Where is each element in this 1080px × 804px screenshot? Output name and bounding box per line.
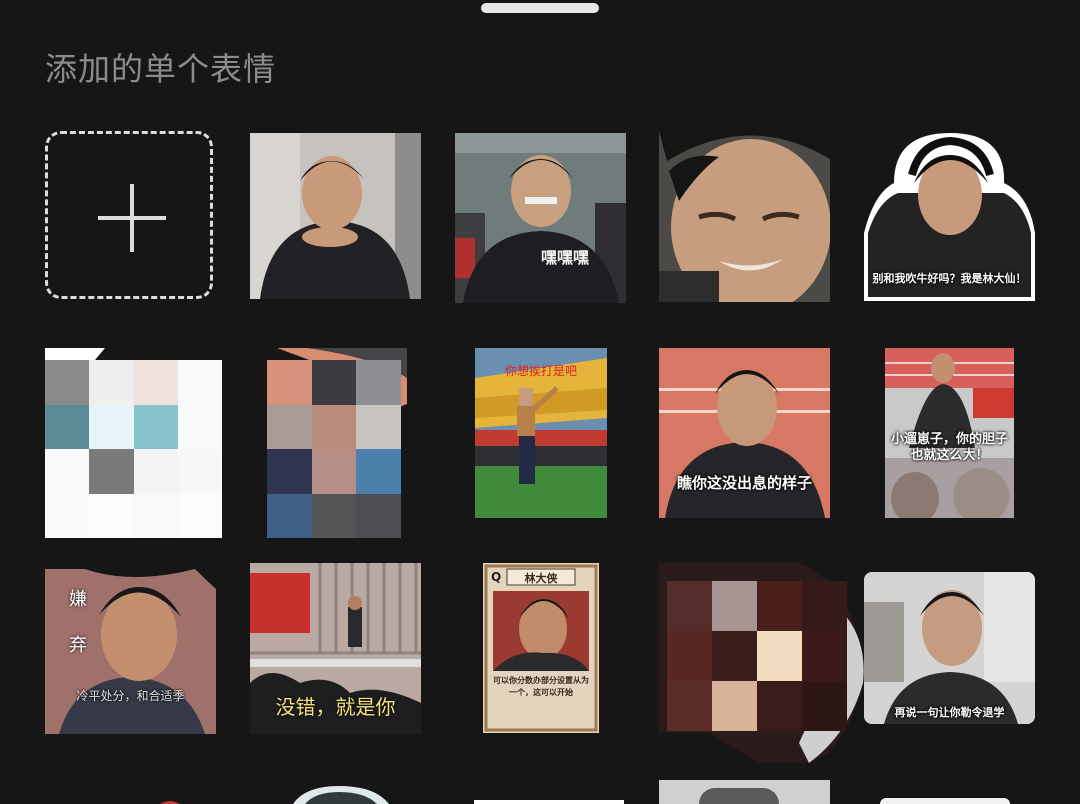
sticker-thumbnail[interactable]: 再说一句让你勒令退学 [864, 572, 1035, 724]
sticker-thumbnail[interactable] [150, 784, 190, 804]
pixelated-sticker [667, 581, 847, 731]
sticker-thumbnail[interactable] [474, 784, 624, 804]
sticker-caption: 别和我吹牛好吗？我是林大仙！ [872, 272, 1027, 285]
sticker-thumbnail[interactable] [880, 784, 1010, 804]
sticker-image [160, 801, 180, 804]
sticker-caption: 没错，就是你 [275, 695, 396, 719]
sticker-image [864, 572, 1035, 724]
sticker-thumbnail[interactable]: Q 林大侠 可以你分数办部分设置从为一个，这可以开始 [483, 563, 599, 733]
sticker-caption: 可以你分数办部分设置从为一个，这可以开始 [493, 676, 589, 697]
sticker-side-text: 嫌弃 [66, 589, 87, 681]
drag-handle[interactable] [481, 3, 599, 13]
sticker-image [250, 133, 421, 299]
sticker-image [659, 131, 830, 302]
sticker-thumbnail[interactable] [267, 348, 407, 538]
pixelated-sticker [267, 360, 401, 538]
sticker-thumbnail[interactable] [250, 133, 421, 299]
sticker-thumbnail[interactable]: 别和我吹牛好吗？我是林大仙！ [864, 133, 1035, 301]
sticker-thumbnail[interactable] [45, 348, 222, 538]
sticker-caption: 冷平处分，和合适季 [76, 689, 185, 703]
sticker-image: Q [483, 563, 599, 733]
sticker-thumbnail[interactable]: 你想挨打是吧 [475, 348, 607, 518]
sticker-thumbnail[interactable] [285, 784, 395, 804]
sticker-caption: 瞧你这没出息的样子 [676, 474, 812, 492]
sticker-thumbnail[interactable]: 瞧你这没出息的样子 [659, 348, 830, 518]
sticker-panel: 添加的单个表情 嘿嘿嘿 别和我吹牛好吗？我是林大仙！ 你想挨打是吧 瞧你这没出息… [0, 0, 1080, 804]
sticker-caption: 小遛崽子，你的胆子也就这么大！ [890, 432, 1008, 463]
sticker-thumbnail[interactable]: 小遛崽子，你的胆子也就这么大！ [885, 348, 1014, 518]
sticker-thumbnail[interactable] [659, 780, 830, 804]
sticker-thumbnail[interactable]: 嫌弃 冷平处分，和合适季 [45, 569, 216, 734]
sticker-thumbnail[interactable]: 嘿嘿嘿 [455, 133, 626, 303]
add-sticker-button[interactable] [45, 131, 213, 299]
sticker-thumbnail[interactable] [659, 563, 871, 763]
sticker-thumbnail[interactable] [659, 131, 830, 302]
sticker-image [293, 786, 389, 804]
section-title: 添加的单个表情 [45, 50, 277, 88]
plus-icon [98, 184, 166, 252]
pixelated-sticker [45, 360, 222, 538]
sticker-banner: 林大侠 [524, 572, 558, 585]
sticker-caption: 再说一句让你勒令退学 [894, 706, 1005, 719]
sticker-caption: 你想挨打是吧 [504, 364, 577, 378]
sticker-image: 嘿嘿嘿 [455, 133, 626, 303]
svg-text:嘿嘿嘿: 嘿嘿嘿 [541, 248, 589, 267]
sticker-thumbnail[interactable]: 没错，就是你 [250, 563, 421, 734]
